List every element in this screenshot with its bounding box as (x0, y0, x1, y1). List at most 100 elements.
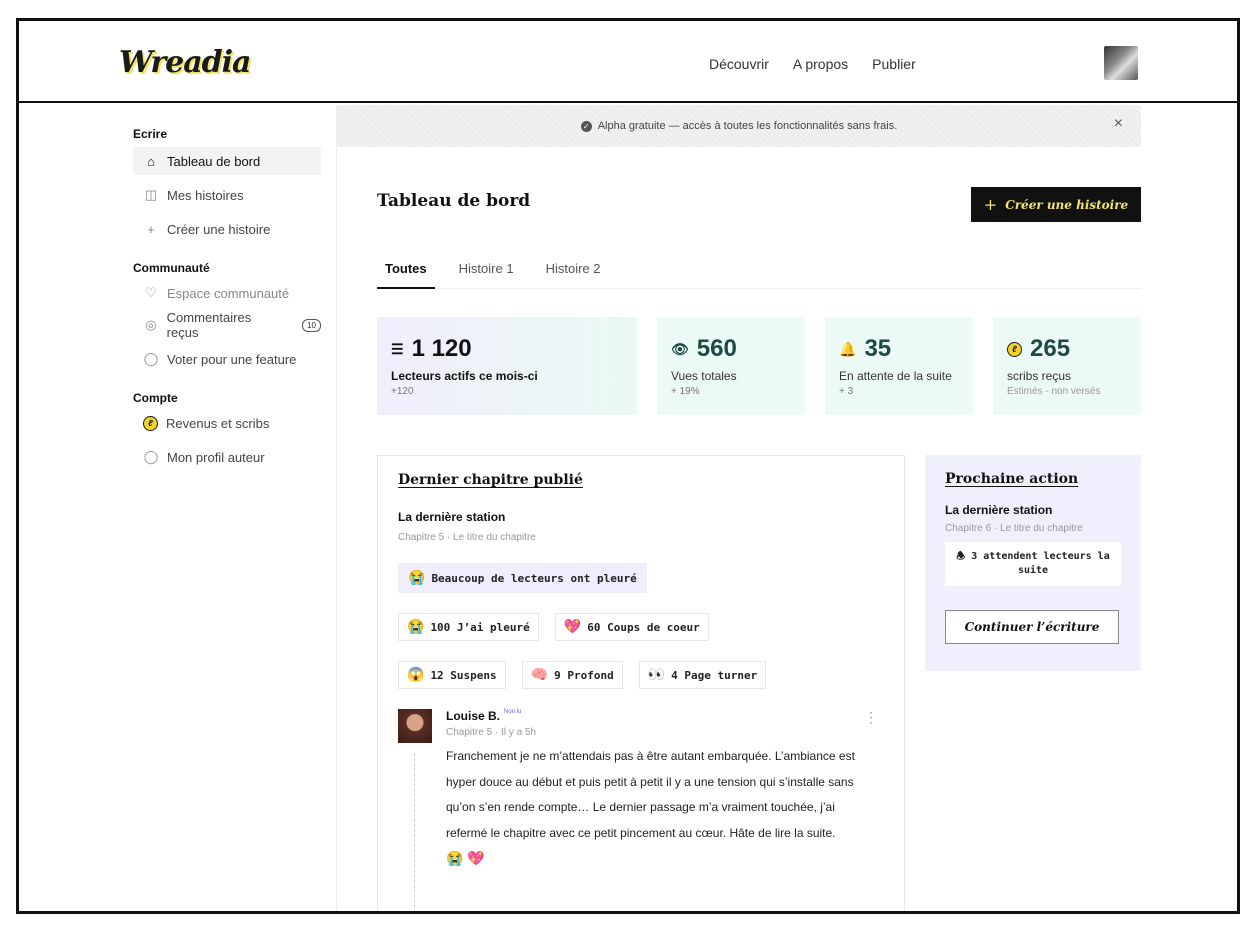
stat-sub: + 3 (839, 386, 854, 397)
chapter-meta: Chapitre 6 · Le titre du chapitre (945, 523, 1083, 534)
close-icon[interactable]: × (1114, 115, 1123, 133)
stat-value: 265 (1030, 335, 1071, 362)
comment-text: Franchement je ne m’attendais pas à être… (446, 749, 855, 840)
home-icon: ⌂ (147, 153, 155, 169)
sidebar-item-profil-auteur[interactable]: ◯ Mon profil auteur (133, 443, 321, 471)
chat-icon: ◎ (145, 317, 157, 332)
reaction-chip[interactable]: 😱 12 Suspens (398, 661, 506, 689)
brain-icon: 🧠 (530, 667, 549, 683)
reaction-chip[interactable]: 😭 100 J’ai pleuré (398, 613, 539, 641)
last-chapter-card: Dernier chapitre publié La dernière stat… (377, 455, 905, 911)
next-action-card: Prochaine action La dernière station Cha… (925, 455, 1141, 671)
book-icon: ◫ (144, 187, 158, 202)
screaming-face-icon: 😱 (407, 667, 425, 683)
sidebar-item-tableau-de-bord[interactable]: ⌂ Tableau de bord (133, 147, 321, 175)
heart-sparkle-icon: 💖 (563, 619, 582, 635)
sidebar-item-espace-communaute[interactable]: ♡ Espace communauté (133, 279, 321, 307)
nav-decouvrir[interactable]: Découvrir (709, 56, 769, 72)
tab-histoire-1[interactable]: Histoire 1 (451, 261, 522, 289)
chapter-meta: Chapitre 5 · Le titre du chapitre (398, 532, 536, 543)
sidebar-item-label: Revenus et scribs (166, 415, 270, 431)
bell-icon: 🕭 (956, 551, 966, 562)
stat-value: 560 (696, 335, 737, 362)
eye-icon: 👁 (671, 340, 689, 357)
stat-label: scribs reçus (1007, 369, 1072, 383)
sidebar-item-commentaires-recus[interactable]: ◎ Commentaires reçus 10 (133, 310, 321, 340)
coin-icon: ℓ (143, 415, 158, 431)
stat-value: 35 (864, 335, 892, 362)
reaction-chip[interactable]: 💖 60 Coups de coeur (554, 613, 709, 641)
stat-sub: Estimés - non versés (1007, 386, 1101, 397)
last-chapter-title[interactable]: Dernier chapitre publié (398, 472, 884, 488)
reaction-chip[interactable]: 👀 4 Page turner (638, 661, 767, 689)
sidebar-item-label: Voter pour une feature (167, 351, 297, 367)
user-icon: ◯ (143, 449, 159, 464)
stat-label: Lecteurs actifs ce mois-ci (391, 369, 538, 383)
reaction-label: 9 Profond (554, 668, 614, 682)
sidebar-item-revenus-scribs[interactable]: ℓ Revenus et scribs (133, 409, 321, 437)
crying-face-icon: 😭 (407, 619, 425, 635)
waiting-readers-box: 🕭 3 attendent lecteurs la suite (945, 542, 1121, 586)
comment-reactions[interactable]: 😭 💖 (446, 850, 884, 867)
lightbulb-icon: ◯ (143, 351, 159, 366)
user-avatar[interactable] (1104, 46, 1138, 80)
more-options-icon[interactable]: ⋮ (864, 709, 878, 726)
stat-sub: +120 (391, 386, 414, 397)
highlight-text: Beaucoup de lecteurs ont pleuré (431, 571, 637, 585)
sidebar-item-label: Espace communauté (167, 285, 290, 301)
reaction-label: 100 J’ai pleuré (430, 620, 530, 634)
sidebar-item-label: Tableau de bord (167, 153, 261, 169)
next-action-title[interactable]: Prochaine action (945, 471, 1121, 487)
reaction-chips-row-2: 😱 12 Suspens 🧠 9 Profond 👀 4 Page turner (398, 661, 884, 689)
heart-icon: ♡ (145, 285, 157, 300)
reaction-chips-row-1: 😭 100 J’ai pleuré 💖 60 Coups de coeur (398, 613, 884, 641)
sidebar-item-creer-une-histoire[interactable]: + Créer une histoire (133, 215, 321, 243)
reaction-chip[interactable]: 🧠 9 Profond (521, 661, 623, 689)
bell-icon: 🔔 (839, 340, 857, 357)
sidebar-item-label: Commentaires reçus (166, 310, 252, 340)
coin-icon: ℓ (1007, 341, 1022, 357)
stat-label: Vues totales (671, 369, 737, 383)
banner-text: Alpha gratuite — accès à toutes les fonc… (597, 120, 898, 132)
eyes-icon: 👀 (647, 667, 666, 683)
stat-label: En attente de la suite (839, 369, 952, 383)
sidebar-item-mes-histoires[interactable]: ◫ Mes histoires (133, 181, 321, 209)
continue-writing-button[interactable]: Continuer l’écriture (945, 610, 1119, 644)
reaction-label: 12 Suspens (430, 668, 497, 682)
stat-sub: + 19% (671, 386, 700, 397)
logo[interactable]: Wreadia (119, 45, 251, 80)
nav-a-propos[interactable]: A propos (793, 56, 848, 72)
sidebar-section-ecrire: Ecrire (133, 127, 168, 141)
crying-face-icon: 😭 (408, 570, 426, 586)
plus-icon: + (147, 221, 155, 237)
stat-value: 1 120 (411, 335, 472, 362)
plus-icon: + (983, 195, 998, 214)
stat-card-vues: 👁 560 Vues totales + 19% (657, 317, 805, 415)
sidebar-section-communaute: Communauté (133, 261, 210, 275)
check-circle-icon: ✓ (580, 120, 592, 132)
comment-meta: Chapitre 5 · Il y a 5h (446, 727, 537, 738)
waiting-text: 3 attendent lecteurs la suite (971, 551, 1110, 576)
sidebar-item-label: Créer une histoire (167, 221, 271, 237)
unread-tag: Non lu (504, 709, 522, 715)
commenter-avatar (398, 709, 432, 743)
reaction-label: 4 Page turner (671, 668, 758, 682)
story-title: La dernière station (398, 510, 506, 524)
comment: ⋮ Louise B. Non lu Chapitre 5 · Il y a 5… (398, 709, 884, 911)
tab-histoire-2[interactable]: Histoire 2 (538, 261, 609, 289)
sidebar-item-voter-feature[interactable]: ◯ Voter pour une feature (133, 345, 321, 373)
page-title: Tableau de bord (377, 191, 531, 211)
stat-card-scribs: ℓ 265 scribs reçus Estimés - non versés (993, 317, 1141, 415)
tab-toutes[interactable]: Toutes (377, 261, 435, 289)
sidebar: Ecrire ⌂ Tableau de bord ◫ Mes histoires… (19, 105, 337, 911)
reaction-label: 60 Coups de coeur (587, 620, 700, 634)
layers-icon: ☰ (391, 340, 404, 357)
create-story-button[interactable]: + Créer une histoire (971, 187, 1141, 222)
top-nav: Découvrir A propos Publier (709, 56, 916, 72)
alpha-banner: ✓ Alpha gratuite — accès à toutes les fo… (337, 105, 1141, 147)
sidebar-item-label: Mon profil auteur (167, 449, 265, 465)
comments-count-badge: 10 (302, 318, 321, 332)
nav-publier[interactable]: Publier (872, 56, 916, 72)
commenter-name: Louise B. (446, 709, 501, 723)
sidebar-section-compte: Compte (133, 391, 178, 405)
